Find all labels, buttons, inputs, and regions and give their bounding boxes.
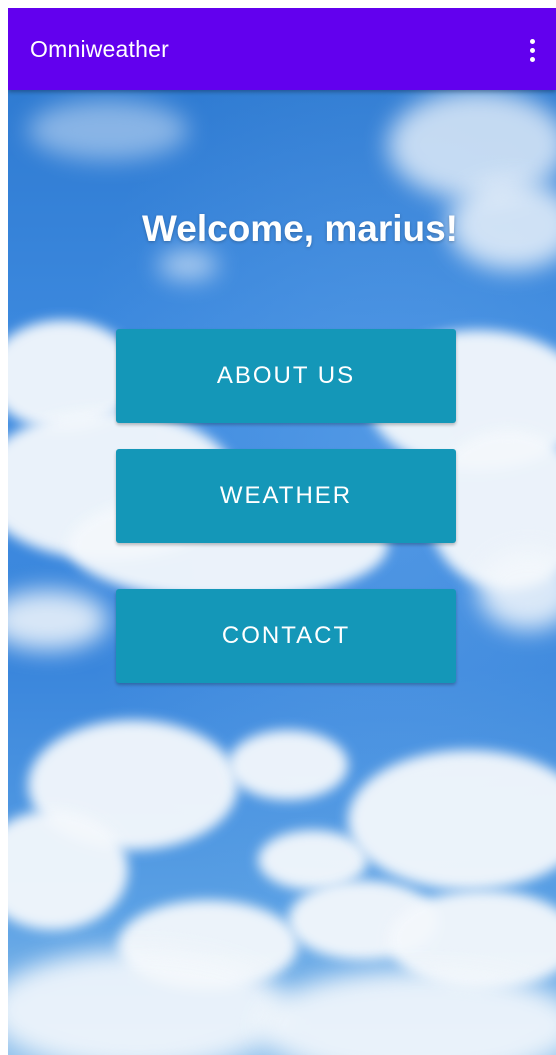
- welcome-heading: Welcome, marius!: [142, 208, 458, 249]
- cloud: [348, 750, 556, 890]
- cloud: [8, 590, 108, 650]
- menu-dot: [529, 56, 535, 62]
- cloud: [258, 970, 556, 1055]
- more-vert-icon[interactable]: [514, 30, 550, 70]
- app-screen: Omniweather Welcome, marius! ABOUT US WE…: [8, 8, 556, 1055]
- menu-dot: [529, 38, 535, 44]
- cloud: [158, 250, 218, 280]
- contact-button[interactable]: CONTACT: [116, 589, 456, 683]
- cloud: [228, 730, 348, 800]
- cloud: [28, 100, 188, 160]
- menu-dot: [529, 47, 535, 53]
- weather-button[interactable]: WEATHER: [116, 449, 456, 543]
- app-bar: Omniweather: [8, 8, 556, 90]
- about-us-button[interactable]: ABOUT US: [116, 329, 456, 423]
- app-title: Omniweather: [30, 36, 169, 62]
